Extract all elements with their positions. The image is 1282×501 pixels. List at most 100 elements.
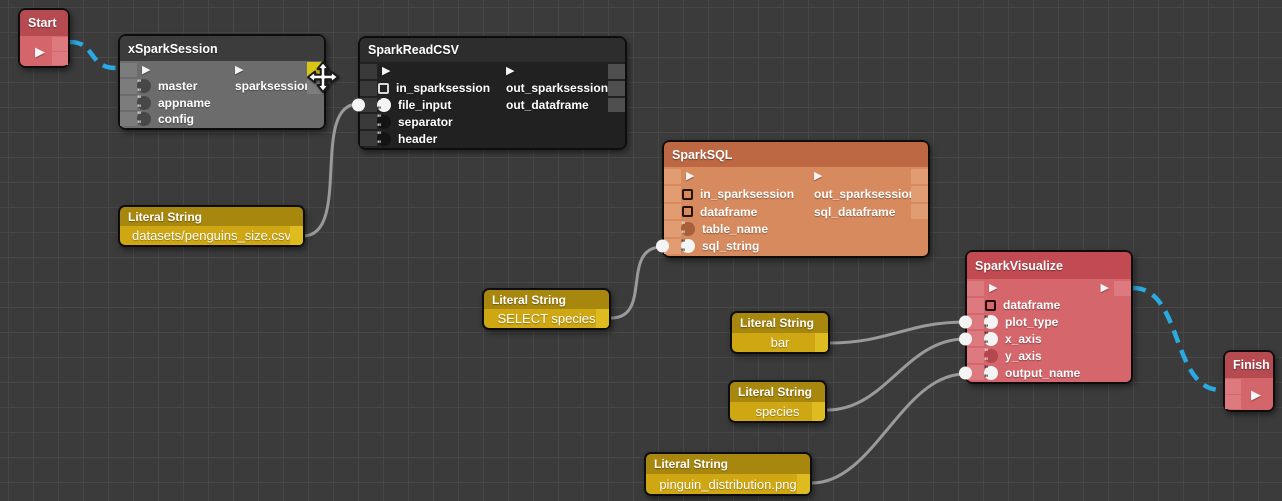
string-pin-icon[interactable]: " " (984, 349, 998, 363)
string-pin-icon-connected[interactable]: " " (377, 98, 391, 112)
input-pin-slot (967, 348, 984, 363)
literal-value[interactable]: bar (732, 333, 828, 353)
node-title-text: xSparkSession (128, 42, 218, 56)
output-pin-slot[interactable] (797, 474, 810, 494)
string-pin-icon[interactable]: " " (377, 115, 391, 129)
literal-value[interactable]: SELECT species (484, 309, 609, 328)
node-title[interactable]: Start (20, 10, 68, 36)
node-title[interactable]: SparkVisualize (967, 252, 1131, 279)
pin-label: y_axis (1005, 349, 1042, 363)
input-pin-slot (664, 204, 681, 219)
exec-in-icon[interactable]: ▶ (686, 171, 694, 182)
exec-out-icon[interactable]: ▶ (1101, 283, 1109, 294)
string-pin-icon[interactable]: " " (137, 112, 151, 126)
pin-label: dataframe (700, 205, 757, 219)
literal-string-node[interactable]: Literal String datasets/penguins_size.cs… (118, 205, 305, 247)
exec-out-icon[interactable]: ▶ (35, 45, 45, 58)
string-pin-icon-connected[interactable]: " " (984, 332, 998, 346)
pin-row: " " appname (120, 95, 324, 111)
pin-label: in_sparksession (396, 81, 490, 95)
literal-title[interactable]: Literal String (732, 313, 828, 333)
output-pin-slot[interactable] (911, 186, 928, 201)
exec-row: ▶ ▶ (360, 63, 625, 80)
literal-string-node[interactable]: Literal String pinguin_distribution.png (644, 452, 812, 496)
node-title-text: SparkVisualize (975, 259, 1063, 273)
pin-row: in_sparksession out_sparksession (360, 80, 625, 97)
node-title[interactable]: SparkReadCSV (360, 38, 625, 62)
literal-value[interactable]: datasets/penguins_size.csv (120, 226, 303, 245)
exec-in-icon[interactable]: ▶ (382, 66, 390, 77)
node-sparksql[interactable]: SparkSQL ▶ ▶ in_sparksession out_sparkse… (662, 140, 930, 258)
string-pin-icon[interactable]: " " (377, 132, 391, 146)
exec-row: ▶ ▶ (664, 168, 928, 185)
exec-out-pin[interactable] (52, 37, 68, 65)
node-start[interactable]: Start ▶ (18, 8, 70, 68)
pin-label: master (158, 79, 197, 93)
exec-in-pin[interactable] (1225, 379, 1241, 409)
pin-label: out_dataframe (506, 98, 589, 112)
object-pin-icon[interactable] (682, 206, 693, 217)
node-graph-canvas[interactable]: Start ▶ xSparkSession ▶ ▶ " " master spa… (0, 0, 1282, 501)
node-finish[interactable]: Finish ▶ (1223, 350, 1275, 412)
input-pin-slot (664, 186, 681, 201)
string-pin-icon[interactable]: " " (137, 79, 151, 93)
literal-title[interactable]: Literal String (484, 290, 609, 309)
output-pin-slot[interactable] (608, 81, 625, 96)
exec-out-icon[interactable]: ▶ (814, 171, 822, 182)
string-pin-icon-connected[interactable]: " " (984, 366, 998, 380)
wire-literal-select-to-sql-string[interactable] (611, 247, 662, 318)
output-pin-slot[interactable] (911, 204, 928, 219)
wire-literal-bar-to-plot-type[interactable] (830, 322, 965, 343)
output-pin-slot[interactable] (812, 402, 825, 422)
object-pin-icon[interactable] (985, 300, 996, 311)
string-pin-icon[interactable]: " " (681, 222, 695, 236)
wire-literal-species-to-x-axis[interactable] (827, 339, 965, 410)
wire-start-to-xsparksession[interactable] (70, 42, 116, 68)
exec-out-icon[interactable]: ▶ (506, 66, 514, 77)
pin-label: out_sparksession (814, 187, 916, 201)
output-pin-slot[interactable] (815, 333, 828, 353)
exec-row: ▶ ▶ (967, 280, 1131, 297)
exec-in-slot (360, 64, 377, 79)
string-pin-icon[interactable]: " " (137, 96, 151, 110)
node-sparkvisualize[interactable]: SparkVisualize ▶ ▶ dataframe " " plot_ty… (965, 250, 1133, 384)
pin-row: dataframe sql_dataframe (664, 203, 928, 220)
input-pin-slot (664, 221, 681, 236)
node-title[interactable]: Finish (1225, 352, 1273, 378)
pin-row: " " file_input out_dataframe (360, 97, 625, 114)
literal-value[interactable]: species (730, 402, 825, 422)
node-xsparksession[interactable]: xSparkSession ▶ ▶ " " master sparksessio… (118, 34, 326, 130)
node-sparkreadcsv[interactable]: SparkReadCSV ▶ ▶ in_sparksession out_spa… (358, 36, 627, 150)
output-pin-slot[interactable] (596, 309, 609, 328)
wire-endpoint (959, 366, 972, 379)
pin-label: x_axis (1005, 332, 1042, 346)
exec-in-slot (120, 63, 137, 77)
literal-title[interactable]: Literal String (646, 454, 810, 474)
literal-title[interactable]: Literal String (120, 207, 303, 226)
pin-label: sql_string (702, 239, 759, 253)
literal-string-node[interactable]: Literal String SELECT species (482, 288, 611, 330)
output-pin-slot[interactable] (608, 98, 625, 113)
literal-string-node[interactable]: Literal String bar (730, 311, 830, 354)
pin-row: " " output_name (967, 364, 1131, 381)
exec-out-icon[interactable]: ▶ (235, 65, 243, 76)
literal-string-node[interactable]: Literal String species (728, 380, 827, 423)
pin-row: " " header (360, 130, 625, 147)
literal-title[interactable]: Literal String (730, 382, 825, 402)
object-pin-icon[interactable] (378, 83, 389, 94)
exec-in-icon[interactable]: ▶ (1251, 388, 1261, 401)
wire-literal-png-to-output-name[interactable] (812, 374, 965, 483)
node-title[interactable]: xSparkSession (120, 36, 324, 61)
wire-sparkvisualize-to-finish[interactable] (1133, 288, 1221, 390)
string-pin-icon-connected[interactable]: " " (681, 239, 695, 253)
object-pin-icon[interactable] (682, 189, 693, 200)
literal-value[interactable]: pinguin_distribution.png (646, 474, 810, 494)
exec-out-slot[interactable] (911, 169, 928, 184)
exec-in-icon[interactable]: ▶ (142, 65, 150, 76)
exec-in-icon[interactable]: ▶ (989, 283, 997, 294)
string-pin-icon-connected[interactable]: " " (984, 315, 998, 329)
node-title[interactable]: SparkSQL (664, 142, 928, 167)
output-pin-slot[interactable] (290, 226, 303, 245)
exec-out-slot[interactable] (1114, 281, 1131, 296)
exec-out-slot[interactable] (608, 64, 625, 79)
